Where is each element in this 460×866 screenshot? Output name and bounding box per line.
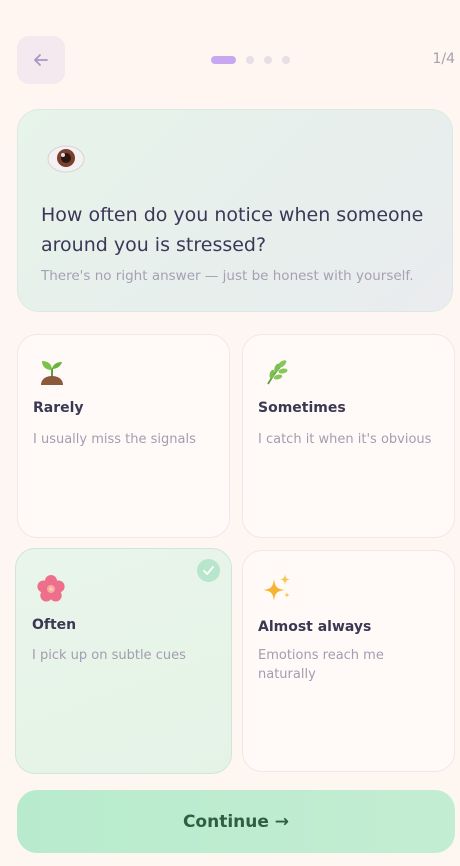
option-description: I pick up on subtle cues	[32, 648, 186, 663]
blossom-icon	[37, 575, 65, 602]
option-title: Almost always	[258, 619, 372, 635]
progress-dot-active	[211, 56, 236, 64]
question-card: How often do you notice when someone aro…	[17, 109, 453, 312]
herb-icon	[267, 360, 288, 385]
continue-button[interactable]: Continue →	[17, 790, 455, 853]
option-title: Rarely	[33, 400, 84, 416]
onboarding-screen: 1/4 How often do you notice when someone…	[0, 0, 460, 866]
question-subtitle: There's no right answer — just be honest…	[41, 268, 414, 284]
back-button[interactable]	[17, 36, 65, 84]
checkmark-icon	[197, 559, 220, 582]
sparkles-icon	[263, 574, 290, 601]
option-often[interactable]: Often I pick up on subtle cues	[15, 548, 232, 774]
step-counter: 1/4	[432, 51, 455, 67]
option-title: Often	[32, 617, 77, 633]
arrow-left-icon	[34, 54, 48, 66]
option-rarely[interactable]: Rarely I usually miss the signals	[17, 334, 230, 538]
option-almost-always[interactable]: Almost always Emotions reach me naturall…	[242, 550, 455, 772]
continue-button-label: Continue →	[182, 811, 290, 832]
progress-indicator	[211, 56, 290, 64]
option-description: I catch it when it's obvious	[258, 432, 432, 447]
eye-icon	[47, 145, 85, 173]
option-title: Sometimes	[258, 400, 346, 416]
progress-dot	[246, 56, 254, 64]
progress-dot	[282, 56, 290, 64]
question-title: How often do you notice when someone aro…	[41, 204, 424, 256]
seedling-icon	[41, 361, 63, 385]
progress-dot	[264, 56, 272, 64]
option-description: I usually miss the signals	[33, 432, 196, 447]
option-description: Emotions reach me naturally	[258, 648, 384, 682]
option-sometimes[interactable]: Sometimes I catch it when it's obvious	[242, 334, 455, 538]
